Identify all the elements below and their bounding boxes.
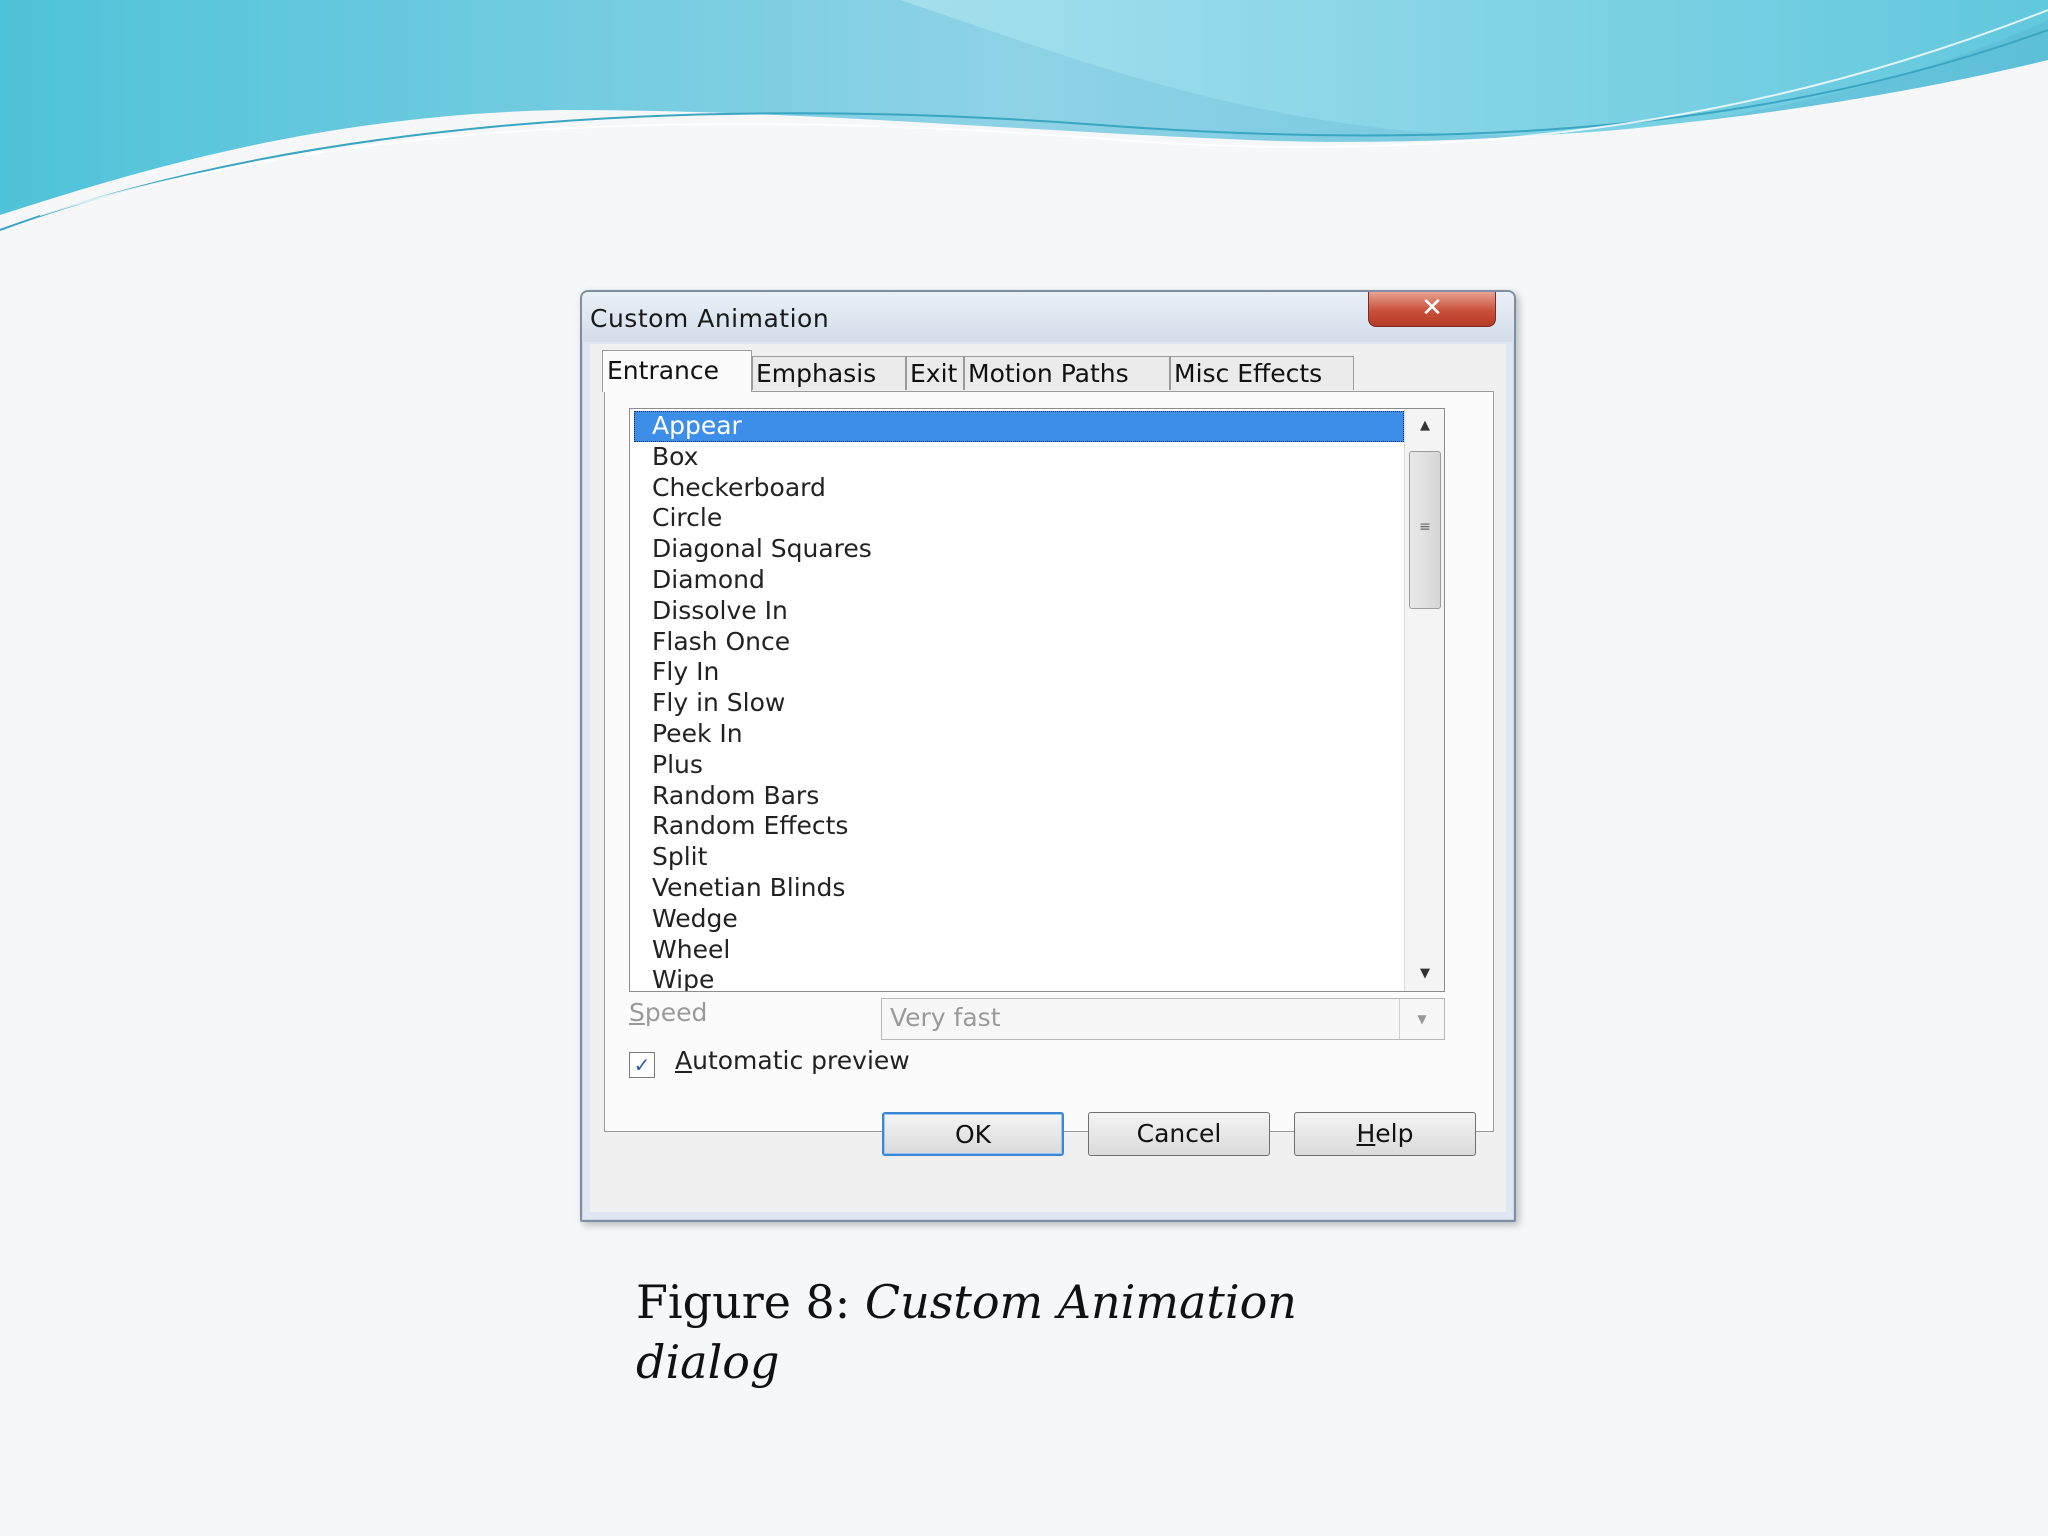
automatic-preview-checkbox[interactable]: ✓ [629,1052,655,1078]
dialog-client-area: Entrance Emphasis Exit Motion Paths Misc… [590,344,1506,1212]
caption-prefix: Figure 8: [636,1275,865,1329]
list-item[interactable]: Wedge [634,904,1404,935]
custom-animation-dialog: Custom Animation ✕ Entrance Emphasis Exi… [580,290,1516,1222]
close-icon: ✕ [1421,293,1443,323]
list-item[interactable]: Diamond [634,565,1404,596]
cancel-button[interactable]: Cancel [1088,1112,1270,1156]
list-item[interactable]: Peek In [634,719,1404,750]
listbox-scrollbar[interactable]: ▲ ≡ ▼ [1404,409,1444,991]
list-item[interactable]: Plus [634,750,1404,781]
automatic-preview-label[interactable]: Automatic preview [675,1046,910,1075]
tab-entrance[interactable]: Entrance [602,350,752,392]
list-item[interactable]: Random Bars [634,781,1404,812]
list-item[interactable]: Wipe [634,965,1404,991]
list-item[interactable]: Wheel [634,935,1404,966]
speed-label: Speed [629,998,708,1027]
effects-list: Appear Box Checkerboard Circle Diagonal Squa… [634,411,1404,991]
list-item[interactable]: Circle [634,503,1404,534]
scroll-down-arrow-icon[interactable]: ▼ [1405,957,1444,991]
title-bar[interactable]: Custom Animation ✕ [582,292,1514,342]
list-item[interactable]: Checkerboard [634,473,1404,504]
tab-panel: Appear Box Checkerboard Circle Diagonal Squa… [604,391,1494,1132]
dialog-title: Custom Animation [590,304,830,333]
figure-caption: Figure 8: Custom Animation dialog [636,1272,1336,1392]
checkmark-icon: ✓ [633,1053,651,1077]
ok-button[interactable]: OK [882,1112,1064,1156]
list-item[interactable]: Random Effects [634,811,1404,842]
tab-motion-paths[interactable]: Motion Paths [964,356,1170,390]
close-button[interactable]: ✕ [1368,292,1496,327]
tab-exit[interactable]: Exit [906,356,964,390]
list-item[interactable]: Fly In [634,657,1404,688]
list-item[interactable]: Flash Once [634,627,1404,658]
scrollbar-thumb[interactable]: ≡ [1409,451,1441,609]
list-item[interactable]: Box [634,442,1404,473]
speed-value: Very fast [890,1003,1001,1032]
list-item[interactable]: Diagonal Squares [634,534,1404,565]
speed-dropdown[interactable]: Very fast ▼ [881,998,1445,1040]
list-item[interactable]: Appear [634,411,1404,442]
list-item[interactable]: Dissolve In [634,596,1404,627]
list-item[interactable]: Split [634,842,1404,873]
tab-emphasis[interactable]: Emphasis [752,356,906,390]
header-wave-decoration [0,0,2048,231]
effects-listbox[interactable]: Appear Box Checkerboard Circle Diagonal Squa… [629,408,1445,992]
chevron-down-icon[interactable]: ▼ [1399,999,1444,1039]
list-item[interactable]: Fly in Slow [634,688,1404,719]
scroll-up-arrow-icon[interactable]: ▲ [1405,409,1444,443]
list-item[interactable]: Venetian Blinds [634,873,1404,904]
help-button[interactable]: Help [1294,1112,1476,1156]
grip-icon: ≡ [1419,519,1431,535]
tab-misc-effects[interactable]: Misc Effects [1170,356,1354,390]
